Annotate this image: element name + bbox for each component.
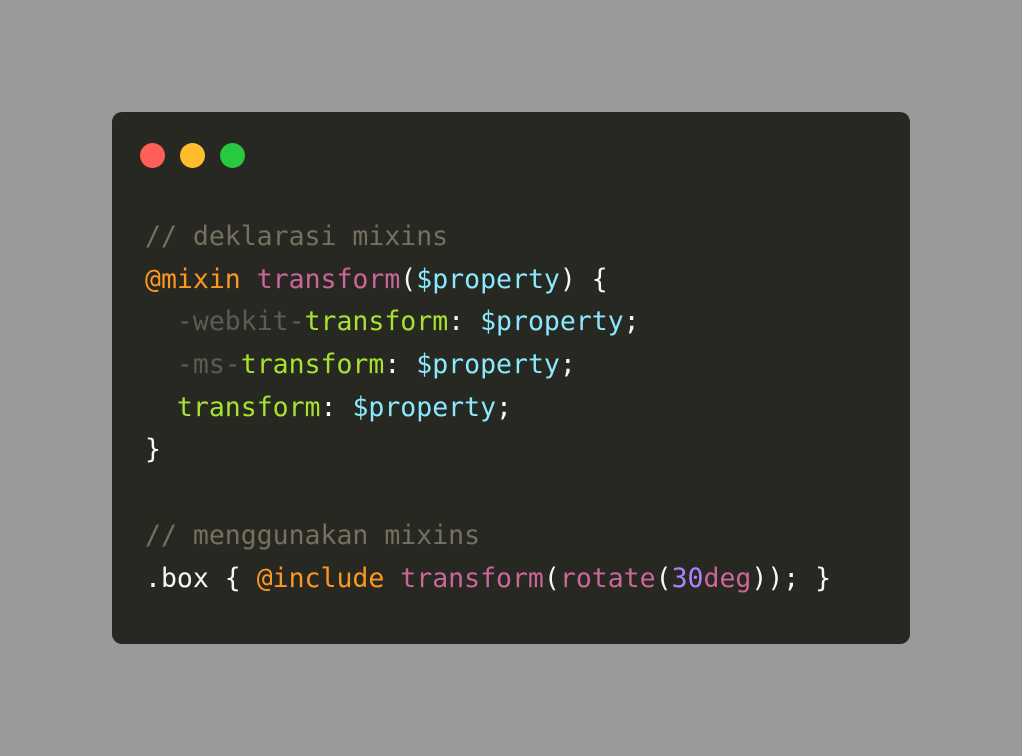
code-token-plain: ; [623,306,640,338]
code-token-plain: )); } [751,562,832,594]
code-token-num: 30 [671,562,704,594]
code-token-plain: } [145,434,161,466]
code-token-comment: // deklarasi mixins [145,221,449,252]
code-line: transform: $property; [145,387,831,430]
code-line: } [145,429,831,472]
code-token-fn: rotate [559,562,656,594]
code-token-var: $property [416,349,560,381]
code-token-plain: ; [496,391,512,423]
code-token-plain: .box { [145,562,257,594]
code-token-fn: transform [256,263,401,295]
code-token-plain: : [448,306,481,338]
code-line: @mixin transform($property) { [145,259,831,302]
code-token-prop: transform [240,349,385,381]
code-token-prop: transform [304,306,449,338]
code-block: // deklarasi mixins @mixin transform($pro… [145,216,831,600]
maximize-dot-icon [220,143,245,168]
code-token-var: $property [480,306,624,338]
code-line: .box { @include transform(rotate(30deg))… [145,558,831,601]
code-token-plain: : [320,391,353,423]
code-window: // deklarasi mixins @mixin transform($pro… [112,112,910,644]
code-token-var: $property [416,263,560,295]
code-token-prefix: -webkit- [176,306,305,338]
code-token-prefix: -ms- [176,349,241,381]
code-token-plain: ( [400,263,417,295]
code-token-at: @include [256,562,385,594]
code-token-at: @mixin [145,263,241,295]
code-line: // deklarasi mixins [145,216,831,259]
code-line: -webkit-transform: $property; [145,301,831,344]
code-token-prop: transform [176,391,321,423]
code-token-plain: ( [543,562,560,594]
minimize-dot-icon [180,143,205,168]
code-line: -ms-transform: $property; [145,344,831,387]
code-token-fn: deg [703,562,752,594]
code-token-plain: ; [559,349,576,381]
close-dot-icon [140,143,165,168]
code-token-plain: ( [655,562,672,594]
code-line: // menggunakan mixins [145,515,831,558]
code-token-plain: ) { [559,263,608,295]
code-token-var: $property [352,391,497,423]
code-token-plain: : [384,349,417,381]
code-token-comment: // menggunakan mixins [145,519,481,551]
code-token-fn: transform [400,562,544,594]
window-controls [140,143,245,168]
